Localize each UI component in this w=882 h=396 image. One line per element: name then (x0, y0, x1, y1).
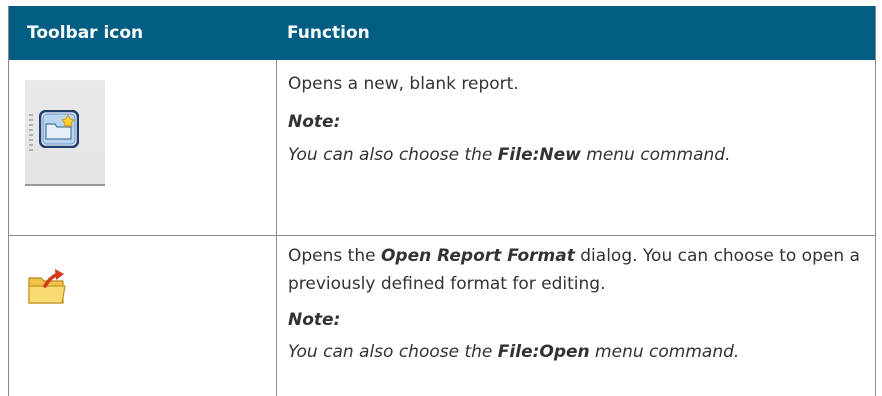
function-cell: Opens a new, blank report. Note: You can… (277, 60, 875, 235)
icon-cell (9, 60, 277, 235)
toolbar-icon-table: Toolbar icon Function Opens a new, blank… (8, 6, 876, 396)
table-row: Opens the Open Report Format dialog. You… (9, 235, 875, 396)
menu-command: File:New (497, 145, 581, 165)
note-text: You can also choose the File:New menu co… (288, 145, 731, 165)
function-text: Opens the Open Report Format dialog. You… (288, 246, 860, 294)
header-toolbar-icon: Toolbar icon (27, 23, 144, 43)
note-text: You can also choose the File:Open menu c… (288, 342, 740, 362)
icon-cell (9, 236, 277, 396)
table-header: Toolbar icon Function (9, 6, 875, 60)
menu-command: File:Open (497, 342, 590, 362)
function-cell: Opens the Open Report Format dialog. You… (277, 236, 875, 396)
note-label: Note: (288, 112, 341, 132)
toolbar-grip (29, 114, 33, 154)
note-label: Note: (288, 310, 341, 330)
header-function: Function (287, 23, 370, 43)
dialog-name: Open Report Format (380, 246, 575, 266)
function-text: Opens a new, blank report. (288, 74, 519, 94)
new-report-icon (25, 80, 105, 186)
open-folder-icon (28, 269, 66, 304)
table-row: Opens a new, blank report. Note: You can… (9, 60, 875, 235)
